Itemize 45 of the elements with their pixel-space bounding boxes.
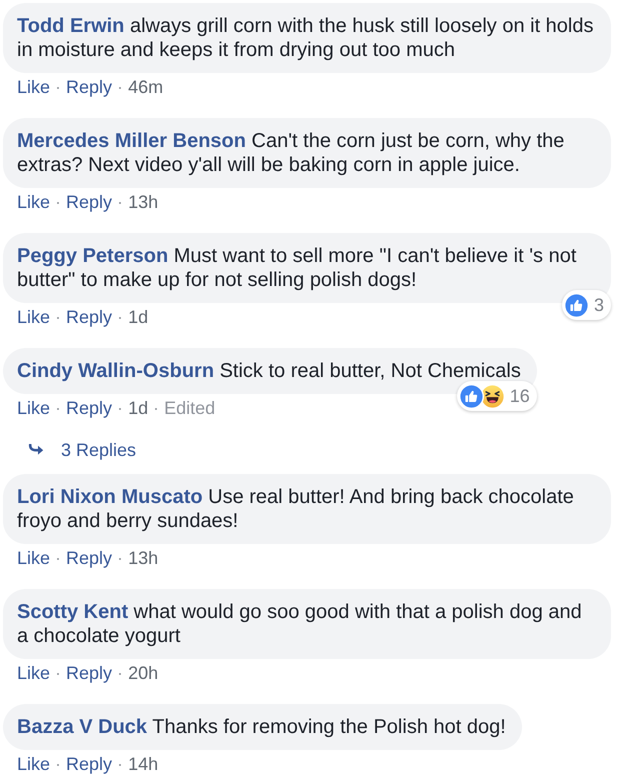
timestamp: 46m <box>128 76 164 98</box>
comment-text: Cindy Wallin-Osburn Stick to real butter, Not Chemicals <box>17 359 521 383</box>
comment-text: Mercedes Miller Benson Can't the corn just be corn, why the extras? Next video y'all will be baking corn in apple juice. <box>17 129 566 177</box>
timestamp: 20h <box>128 662 158 684</box>
timestamp: 1d <box>128 306 148 328</box>
author-link[interactable]: Mercedes Miller Benson <box>17 130 246 152</box>
reply-link[interactable]: Reply <box>66 76 112 98</box>
comment-text: Peggy Peterson Must want to sell more "I can't believe it 's not butter" to make up for not selling polish dogs! <box>17 244 578 292</box>
reaction-count: 16 <box>510 386 530 406</box>
reply-link[interactable]: Reply <box>66 547 112 569</box>
view-replies-link[interactable]: 3 Replies <box>28 439 136 461</box>
author-link[interactable]: Cindy Wallin-Osburn <box>17 360 214 382</box>
comment-text: Lori Nixon Muscato Use real butter! And bring back chocolate froyo and berry sundaes! <box>17 485 575 533</box>
like-link[interactable]: Like <box>17 753 50 775</box>
reactions-badge[interactable]: 3 <box>562 290 611 320</box>
author-link[interactable]: Todd Erwin <box>17 15 124 37</box>
like-link[interactable]: Like <box>17 191 50 213</box>
reply-link[interactable]: Reply <box>66 753 112 775</box>
comment-text: Bazza V Duck Thanks for removing the Polish hot dog! <box>17 715 506 739</box>
reaction-count: 3 <box>594 295 604 315</box>
timestamp: 13h <box>128 547 158 569</box>
author-link[interactable]: Bazza V Duck <box>17 716 148 738</box>
laughing-face-icon <box>480 384 505 408</box>
reply-link[interactable]: Reply <box>66 191 112 213</box>
thumbs-up-icon <box>458 384 484 408</box>
like-link[interactable]: Like <box>17 662 50 684</box>
author-link[interactable]: Peggy Peterson <box>17 245 168 267</box>
timestamp: 14h <box>128 753 158 775</box>
author-link[interactable]: Lori Nixon Muscato <box>17 486 203 508</box>
like-link[interactable]: Like <box>17 547 50 569</box>
timestamp: 13h <box>128 191 158 213</box>
comment-text: Todd Erwin always grill corn with the husk still loosely on it holds in moisture and keeps it from drying out too much <box>17 14 594 62</box>
like-link[interactable]: Like <box>17 306 50 328</box>
reply-link[interactable]: Reply <box>66 306 112 328</box>
reactions-badge[interactable]: 16 <box>456 381 537 411</box>
author-link[interactable]: Scotty Kent <box>17 601 128 623</box>
timestamp: 1d <box>128 397 148 419</box>
comment-text: Scotty Kent what would go soo good with that a polish dog and a chocolate yogurt <box>17 600 583 648</box>
reply-arrow-icon <box>28 444 44 456</box>
like-link[interactable]: Like <box>17 76 50 98</box>
like-link[interactable]: Like <box>17 397 50 419</box>
thumbs-up-icon <box>564 292 589 318</box>
reply-link[interactable]: Reply <box>66 662 112 684</box>
edited-label: Edited <box>164 397 216 419</box>
reply-link[interactable]: Reply <box>66 397 112 419</box>
